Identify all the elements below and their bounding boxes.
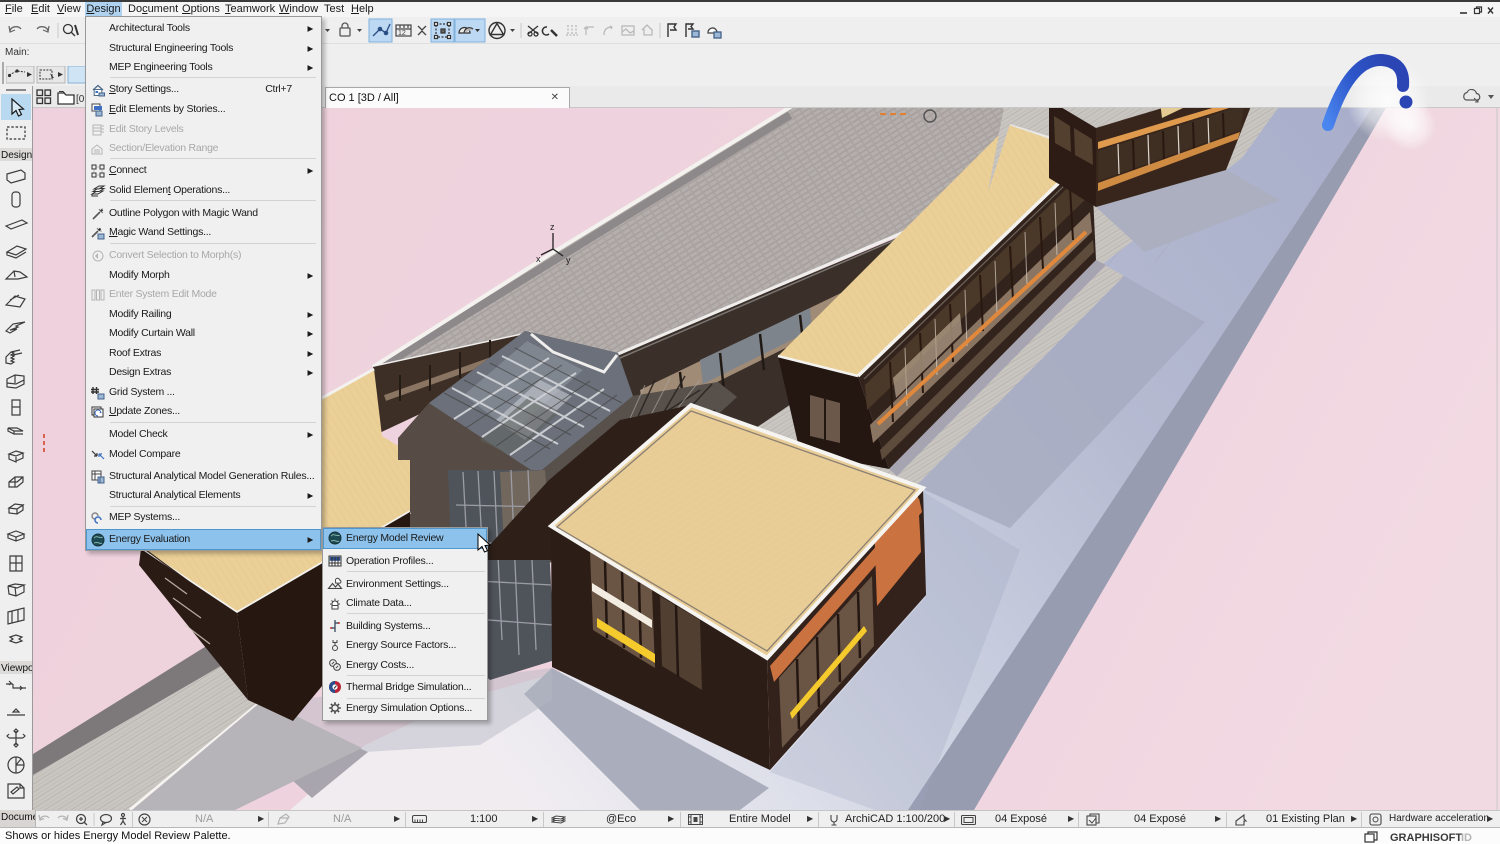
svg-text:x: x [536, 254, 541, 264]
svg-text:Viewpoi: Viewpoi [1, 663, 32, 674]
svg-text:12: 12 [398, 30, 406, 37]
svg-text:Design: Design [1, 150, 32, 161]
svg-text:z: z [550, 222, 555, 232]
svg-text:y: y [566, 255, 571, 265]
svg-text:[0: [0 [76, 94, 85, 105]
